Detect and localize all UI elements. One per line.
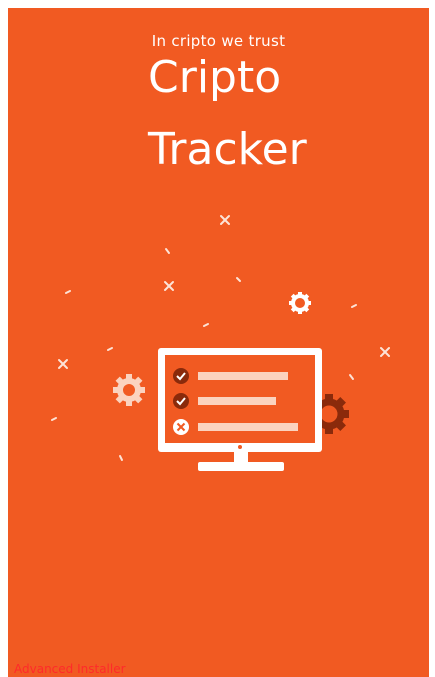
installer-splash-window: In cripto we trust Cripto Tracker Advanc… [0, 0, 435, 677]
x-circle-icon [173, 419, 189, 435]
checklist-line [198, 397, 276, 405]
gear-icon [289, 292, 311, 314]
check-circle-icon [173, 368, 189, 384]
gear-icon [113, 374, 145, 406]
splash-panel: In cripto we trust Cripto Tracker Advanc… [8, 8, 429, 677]
check-circle-icon [173, 393, 189, 409]
monitor-checklist-illustration [51, 215, 390, 471]
monitor-icon [158, 348, 322, 471]
checklist-line [198, 423, 298, 431]
checklist-line [198, 372, 288, 380]
installer-brand-label: Advanced Installer [14, 662, 126, 676]
